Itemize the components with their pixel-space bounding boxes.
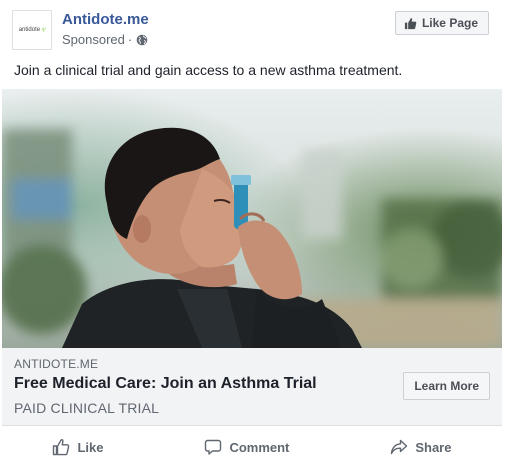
logo-mark: ⁴∕	[41, 26, 46, 34]
comment-label: Comment	[229, 439, 290, 455]
like-label: Like	[77, 439, 104, 455]
thumbs-up-icon	[404, 17, 417, 29]
like-page-button[interactable]: Like Page	[394, 11, 489, 35]
link-domain: ANTIDOTE.ME	[14, 357, 99, 371]
speech-bubble-icon	[205, 439, 222, 455]
page-avatar[interactable]: antidote ⁴∕	[12, 10, 52, 50]
share-arrow-icon	[391, 439, 408, 455]
ad-image[interactable]	[2, 89, 502, 348]
post-header: antidote ⁴∕ Antidote.me Sponsored · Like…	[12, 10, 495, 50]
share-button[interactable]: Share	[372, 432, 469, 462]
like-button[interactable]: Like	[34, 432, 121, 462]
comment-button[interactable]: Comment	[186, 432, 307, 462]
link-title[interactable]: Free Medical Care: Join an Asthma Trial	[14, 375, 317, 393]
share-label: Share	[415, 439, 452, 455]
link-description: PAID CLINICAL TRIAL	[14, 400, 160, 416]
link-preview[interactable]: ANTIDOTE.ME Free Medical Care: Join an A…	[2, 348, 502, 426]
post-actions-bar: Like Comment Share	[2, 426, 502, 468]
sponsored-post-card: antidote ⁴∕ Antidote.me Sponsored · Like…	[0, 0, 507, 472]
man-using-inhaler-illustration	[2, 89, 502, 348]
thumbs-up-outline-icon	[53, 439, 70, 456]
learn-more-button[interactable]: Learn More	[403, 372, 490, 400]
separator-dot: ·	[127, 32, 133, 47]
logo-text: antidote	[18, 27, 41, 33]
like-page-label: Like Page	[421, 16, 478, 30]
globe-icon[interactable]	[136, 34, 148, 46]
page-name-link[interactable]: Antidote.me	[62, 11, 149, 28]
sponsored-label: Sponsored	[62, 32, 125, 47]
post-message: Join a clinical trial and gain access to…	[14, 62, 403, 78]
sponsored-line: Sponsored ·	[62, 32, 148, 47]
